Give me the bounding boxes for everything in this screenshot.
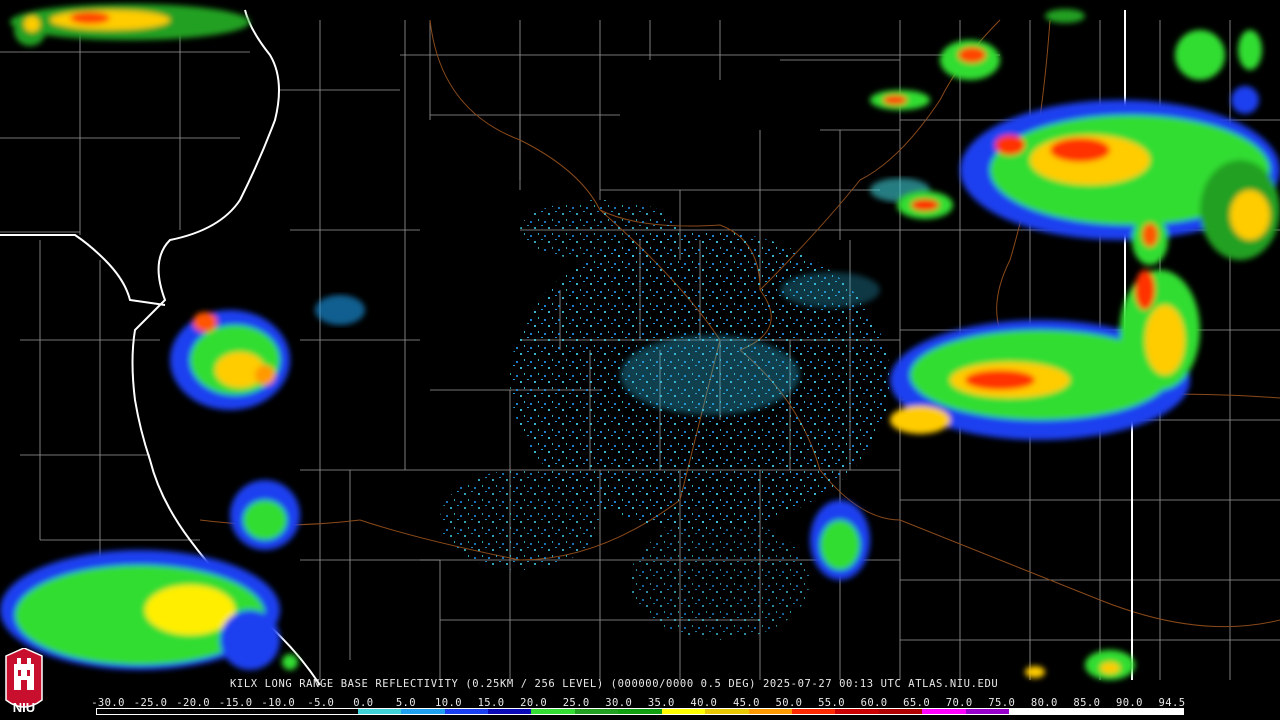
- legend-swatch: [965, 709, 1010, 714]
- legend-swatch: [574, 709, 619, 714]
- legend-swatch: [270, 709, 315, 714]
- legend-swatch: [140, 709, 184, 714]
- legend-swatch: [705, 709, 749, 714]
- legend-swatch: [1096, 709, 1140, 714]
- radar-map: [0, 0, 1280, 720]
- legend-swatch: [444, 709, 488, 714]
- legend-swatch: [1009, 709, 1053, 714]
- legend-swatch: [835, 709, 879, 714]
- legend-swatch: [1139, 709, 1183, 714]
- legend-swatch: [618, 709, 662, 714]
- product-caption: KILX LONG RANGE BASE REFLECTIVITY (0.25K…: [230, 678, 999, 690]
- legend-swatch: [1052, 709, 1097, 714]
- legend-swatch: [748, 709, 792, 714]
- legend-swatch: [792, 709, 836, 714]
- legend-swatch: [227, 709, 271, 714]
- legend-swatch: [97, 709, 141, 714]
- legend-swatch: [487, 709, 532, 714]
- legend-swatch: [878, 709, 923, 714]
- legend-swatch: [661, 709, 706, 714]
- legend-swatch: [183, 709, 228, 714]
- legend-swatch: [922, 709, 966, 714]
- legend-swatch: [314, 709, 358, 714]
- legend-swatch: [401, 709, 445, 714]
- legend-swatch: [357, 709, 402, 714]
- color-scale-bar: [96, 708, 1184, 715]
- legend-swatch: [531, 709, 575, 714]
